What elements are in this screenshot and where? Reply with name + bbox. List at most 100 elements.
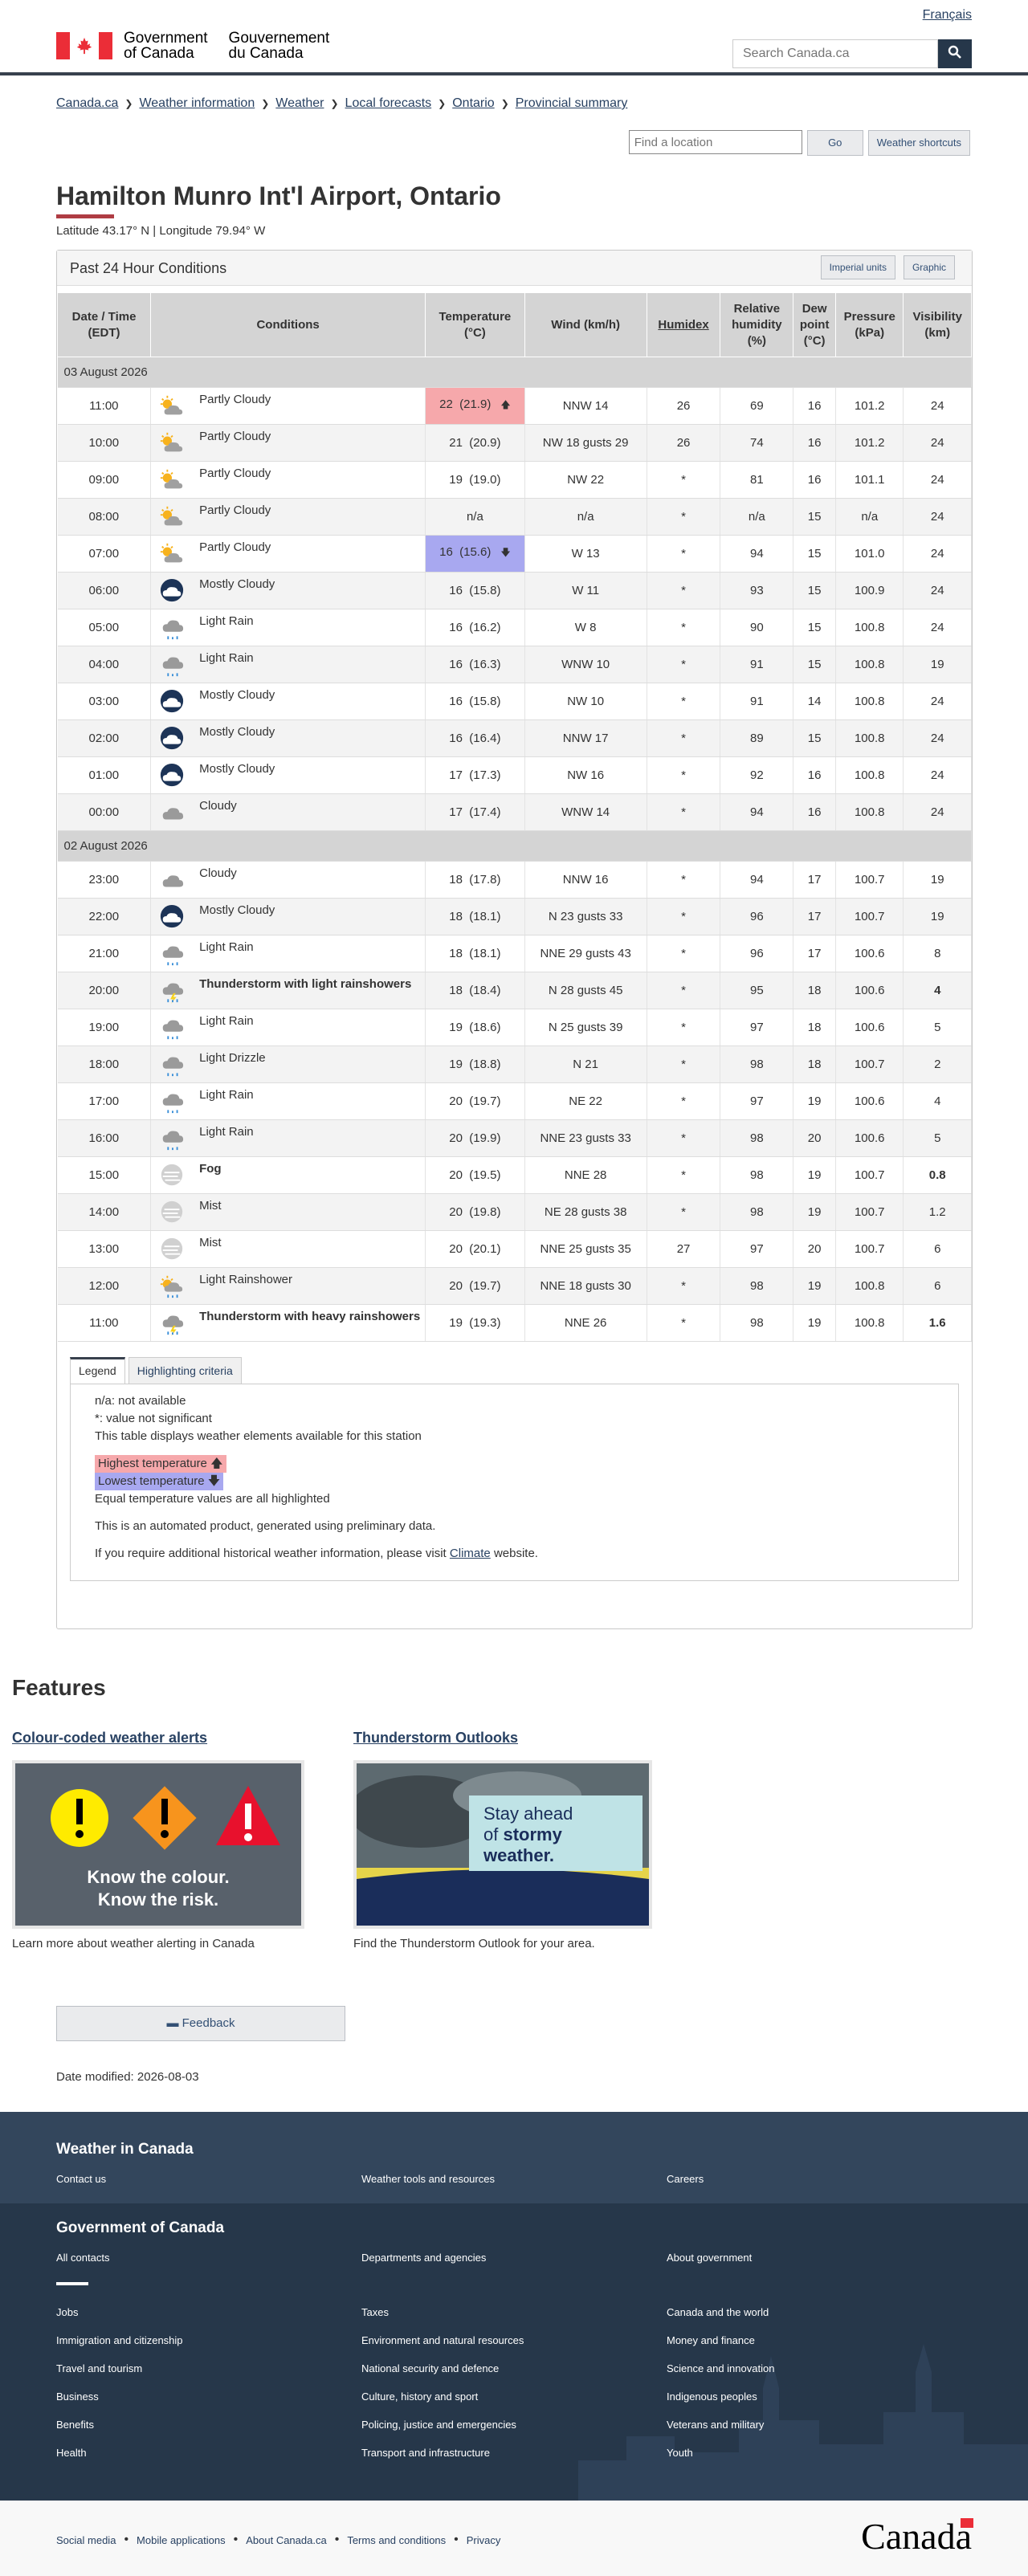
cell-visibility: 24 [903, 498, 972, 536]
footer-link[interactable]: Taxes [361, 2306, 389, 2318]
condition-label: Light Rain [199, 1125, 254, 1139]
footer-link[interactable]: Terms and conditions [347, 2534, 446, 2546]
footer-link[interactable]: Mobile applications [137, 2534, 226, 2546]
cell-wind: NW 16 [524, 756, 647, 794]
footer-link[interactable]: Culture, history and sport [361, 2391, 478, 2403]
footer-link[interactable]: Travel and tourism [56, 2362, 142, 2374]
column-header-humidex[interactable]: Humidex [646, 292, 721, 357]
cell-conditions: Mostly Cloudy [150, 756, 426, 794]
go-button[interactable]: Go [806, 130, 863, 156]
footer-link[interactable]: Canada and the world [667, 2306, 769, 2318]
cell-time: 05:00 [57, 609, 152, 646]
table-row: 15:00 Fog 20 (19.5) NNE 28 * 98 19 100.7 0.8 [57, 1156, 972, 1194]
partly-cloudy-icon [160, 506, 183, 525]
cell-wind: NNW 17 [524, 719, 647, 757]
site-search-button[interactable] [938, 39, 972, 68]
chevron-right-icon: ❯ [500, 98, 509, 109]
cell-humidity: 97 [720, 1082, 794, 1120]
table-row: 18:00 Light Drizzle 19 (18.8) N 21 * 98 18 100.… [57, 1045, 972, 1083]
condition-label: Partly Cloudy [199, 430, 271, 443]
footer-link[interactable]: Youth [667, 2447, 693, 2459]
arrow-up-icon: 🡅 [500, 399, 511, 410]
climate-link[interactable]: Climate [450, 1547, 491, 1560]
footer-link[interactable]: Departments and agencies [361, 2252, 486, 2264]
site-search-input[interactable] [732, 39, 938, 68]
condition-label: Light Rainshower [199, 1273, 293, 1286]
column-header-datetime: Date / Time (EDT) [56, 292, 152, 357]
cell-temperature: 18 (18.1) [425, 898, 525, 935]
feedback-button[interactable]: ▬ Feedback [56, 2006, 345, 2041]
cell-pressure: 100.9 [835, 572, 904, 609]
cell-temperature: 19 (19.3) [425, 1304, 525, 1342]
cell-time: 02:00 [57, 719, 152, 757]
footer-link[interactable]: About Canada.ca [246, 2534, 326, 2546]
breadcrumb-link[interactable]: Ontario [452, 96, 494, 111]
cell-conditions: Partly Cloudy [150, 424, 426, 462]
footer-link[interactable]: Transport and infrastructure [361, 2447, 490, 2459]
footer-link[interactable]: Immigration and citizenship [56, 2334, 183, 2346]
footer-link[interactable]: National security and defence [361, 2362, 499, 2374]
footer-link[interactable]: Benefits [56, 2419, 94, 2431]
thunderstorm-feature-image[interactable]: Stay ahead of stormy weather. [353, 1760, 652, 1929]
footer-link[interactable]: Indigenous peoples [667, 2391, 757, 2403]
alerts-feature-image[interactable]: Know the colour. Know the risk. [12, 1760, 304, 1929]
title-underline [56, 214, 114, 218]
footer-link[interactable]: Social media [56, 2534, 116, 2546]
footer-link[interactable]: Policing, justice and emergencies [361, 2419, 516, 2431]
search-icon [948, 45, 961, 59]
cell-temperature: 17 (17.4) [425, 793, 525, 831]
footer-link[interactable]: Privacy [467, 2534, 501, 2546]
bullet: • [334, 2533, 340, 2546]
condition-label: Mist [199, 1199, 222, 1213]
footer-link[interactable]: Money and finance [667, 2334, 755, 2346]
breadcrumb-link[interactable]: Canada.ca [56, 96, 118, 111]
language-toggle-link[interactable]: Français [923, 8, 972, 22]
cell-temperature: 20 (19.8) [425, 1193, 525, 1231]
cell-dewpoint: 20 [793, 1230, 837, 1268]
tab-highlighting-criteria[interactable]: Highlighting criteria [128, 1357, 242, 1384]
footer-link[interactable]: All contacts [56, 2252, 109, 2264]
footer-link[interactable]: Health [56, 2447, 87, 2459]
cell-time: 14:00 [57, 1193, 152, 1231]
cell-conditions: Light Rain [150, 935, 426, 972]
weather-footer: Weather in Canada Contact us Weather too… [0, 2112, 1028, 2203]
column-header-humidity: Relative humidity (%) [720, 292, 794, 357]
site-header: Français Government of Canada Gouvernemen… [0, 0, 1028, 75]
footer-link[interactable]: Veterans and military [667, 2419, 764, 2431]
location-search-input[interactable] [628, 130, 802, 154]
condition-label: Thunderstorm with light rainshowers [199, 977, 412, 991]
government-signature[interactable]: Government of Canada Gouvernement du Canad… [56, 31, 350, 61]
alerts-feature-description: Learn more about weather alerting in Can… [12, 1937, 255, 1950]
breadcrumb-link[interactable]: Weather information [139, 96, 255, 111]
cell-humidex: * [647, 1045, 721, 1083]
legend-na: n/a: not available [95, 1394, 186, 1408]
mostly-cloudy-icon [160, 578, 184, 601]
footer-link[interactable]: Environment and natural resources [361, 2334, 524, 2346]
footer-link[interactable]: Contact us [56, 2173, 106, 2185]
weather-shortcuts-button[interactable]: Weather shortcuts [867, 130, 970, 156]
chevron-right-icon: ❯ [124, 98, 133, 109]
cell-dewpoint: 16 [793, 387, 837, 425]
cell-visibility: 8 [903, 935, 972, 972]
cell-humidex: * [647, 1193, 721, 1231]
cell-humidex: * [647, 535, 721, 573]
graphic-button[interactable]: Graphic [903, 255, 955, 279]
cell-visibility: 0.8 [903, 1156, 972, 1194]
cell-wind: N 23 gusts 33 [524, 898, 647, 935]
footer-link[interactable]: Business [56, 2391, 99, 2403]
thunderstorm-feature-link[interactable]: Thunderstorm Outlooks [353, 1730, 518, 1747]
footer-link[interactable]: Jobs [56, 2306, 78, 2318]
footer-link[interactable]: Careers [667, 2173, 704, 2185]
breadcrumb-link[interactable]: Local forecasts [345, 96, 432, 111]
condition-label: Light Rain [199, 651, 254, 665]
alerts-feature-link[interactable]: Colour-coded weather alerts [12, 1730, 207, 1747]
cell-dewpoint: 16 [793, 793, 837, 831]
breadcrumb-link[interactable]: Provincial summary [516, 96, 628, 111]
breadcrumb-link[interactable]: Weather [275, 96, 324, 111]
tab-legend[interactable]: Legend [70, 1357, 125, 1384]
table-row: 12:00 Light Rainshower 20 (19.7) NNE 18 gus… [57, 1267, 972, 1305]
imperial-units-button[interactable]: Imperial units [820, 255, 895, 279]
footer-link[interactable]: Science and innovation [667, 2362, 774, 2374]
footer-link[interactable]: Weather tools and resources [361, 2173, 495, 2185]
footer-link[interactable]: About government [667, 2252, 752, 2264]
